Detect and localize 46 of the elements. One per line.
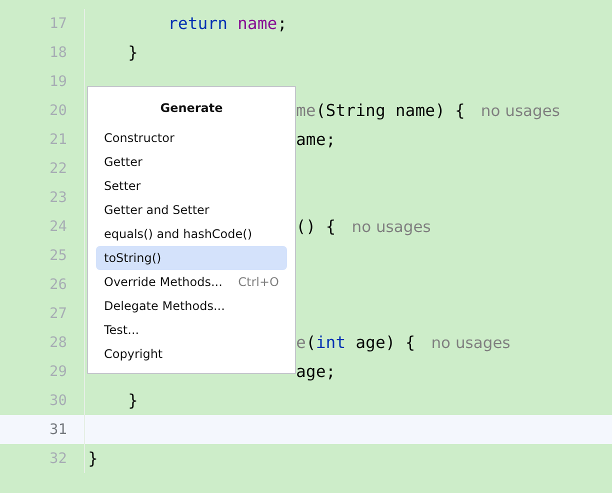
menu-item[interactable]: Getter xyxy=(96,150,287,174)
line-number: 22 xyxy=(50,160,67,176)
line-number: 26 xyxy=(50,276,67,292)
shortcut-label: Ctrl+O xyxy=(238,275,279,289)
line-number: 25 xyxy=(50,248,67,264)
line-number: 30 xyxy=(50,392,67,408)
code-token: } xyxy=(88,449,98,468)
code-token: } xyxy=(128,43,138,62)
menu-item[interactable]: Delegate Methods... xyxy=(96,294,287,318)
code-token: ame; xyxy=(296,130,336,149)
line-number: 24 xyxy=(50,218,67,234)
code-token: int xyxy=(316,333,346,352)
line-number: 21 xyxy=(50,132,67,148)
line-number: 17 xyxy=(50,16,67,32)
code-token: ; xyxy=(277,14,288,33)
code-token: e xyxy=(296,333,306,352)
line-number: 19 xyxy=(50,74,67,90)
code-token: ( xyxy=(306,333,316,352)
code-token: name xyxy=(238,14,278,33)
code-token: me xyxy=(296,101,316,120)
code-token: (String name) { xyxy=(316,101,465,120)
menu-item[interactable]: toString() xyxy=(96,246,287,270)
code-token: age) { xyxy=(354,333,416,352)
menu-item[interactable]: Override Methods... Ctrl+O xyxy=(96,270,287,294)
line-number: 31 xyxy=(50,422,67,438)
code-token: } xyxy=(128,391,138,410)
menu-item[interactable]: Constructor xyxy=(96,126,287,150)
code-token: () { xyxy=(296,217,336,236)
code-token: age; xyxy=(296,362,336,381)
line-number: 23 xyxy=(50,190,67,206)
line-number: 28 xyxy=(50,334,67,350)
usage-hint: no usages xyxy=(431,334,510,352)
menu-item[interactable]: Setter xyxy=(96,174,287,198)
line-number: 20 xyxy=(50,102,67,118)
line-number: 27 xyxy=(50,306,67,322)
menu-item[interactable]: Copyright xyxy=(96,342,287,366)
popup-title: Generate xyxy=(159,100,224,117)
line-number: 29 xyxy=(50,364,67,380)
usage-hint: no usages xyxy=(480,102,560,120)
menu-item[interactable]: equals() and hashCode() xyxy=(96,222,287,246)
line-number: 18 xyxy=(50,44,67,60)
usage-hint: no usages xyxy=(352,218,431,236)
line-number: 32 xyxy=(50,450,67,466)
code-token: return xyxy=(168,14,228,33)
menu-item[interactable]: Getter and Setter xyxy=(96,198,287,222)
menu-item[interactable]: Test... xyxy=(96,318,287,342)
